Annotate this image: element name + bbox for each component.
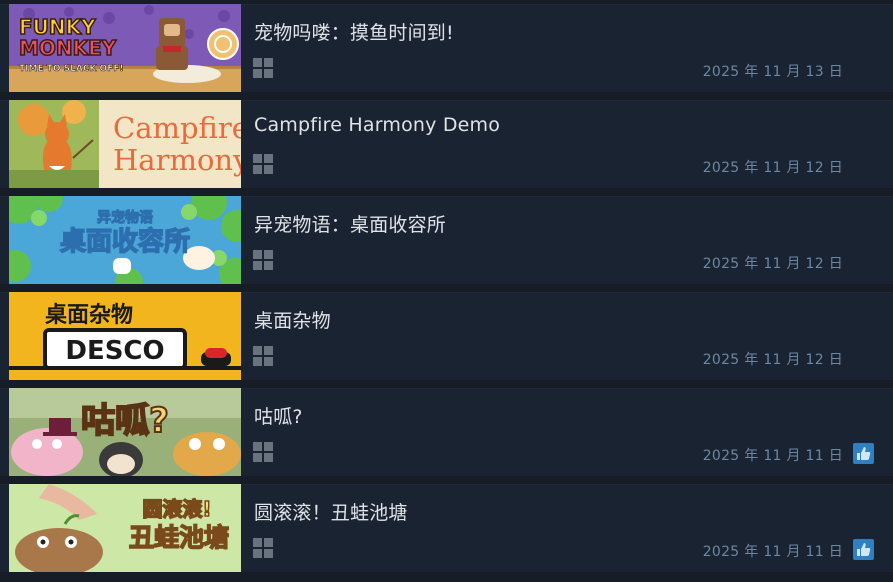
game-title[interactable]: 桌面杂物 (254, 306, 331, 333)
game-capsule-image[interactable]: 圆滚滚! 丑蛙池塘 (9, 484, 241, 572)
capsule-text: Harmony (113, 143, 241, 177)
capsule-text: 异宠物语 (97, 209, 153, 226)
windows-icon (253, 346, 273, 366)
release-date: 2025 年 11 月 12 日 (702, 256, 843, 272)
windows-icon (253, 154, 273, 174)
game-title[interactable]: 宠物吗喽：摸鱼时间到! (254, 18, 454, 45)
release-list: FUNKY MONKEY TIME TO SLACK OFF! 宠物吗喽：摸鱼时… (0, 0, 893, 582)
capsule-text: TIME TO SLACK OFF! (19, 64, 124, 74)
release-date: 2025 年 11 月 11 日 (702, 448, 843, 464)
game-capsule-image[interactable]: FUNKY MONKEY TIME TO SLACK OFF! (9, 4, 241, 92)
capsule-text: Campfire (113, 111, 241, 145)
game-title[interactable]: 圆滚滚！丑蛙池塘 (254, 498, 408, 525)
list-item[interactable]: 异宠物语 桌面收容所 异宠物语：桌面收容所 2025 年 11 月 12 日 (0, 196, 893, 284)
list-item[interactable]: 咕呱? 咕呱? 2025 年 11 月 11 日 (0, 388, 893, 476)
thumbs-up-icon[interactable] (853, 443, 874, 464)
capsule-text: 桌面杂物 (45, 302, 133, 328)
list-item[interactable]: Campfire Harmony Campfire Harmony Demo 2… (0, 100, 893, 188)
game-capsule-image[interactable]: 桌面杂物 DESCO (9, 292, 241, 380)
game-capsule-image[interactable]: 异宠物语 桌面收容所 (9, 196, 241, 284)
game-capsule-image[interactable]: 咕呱? (9, 388, 241, 476)
windows-icon (253, 58, 273, 78)
release-date: 2025 年 11 月 12 日 (702, 160, 843, 176)
game-capsule-image[interactable]: Campfire Harmony (9, 100, 241, 188)
capsule-text: 咕呱? (81, 401, 169, 441)
list-item[interactable]: 圆滚滚! 丑蛙池塘 圆滚滚！丑蛙池塘 2025 年 11 月 11 日 (0, 484, 893, 572)
list-item[interactable]: 桌面杂物 DESCO 桌面杂物 2025 年 11 月 12 日 (0, 292, 893, 380)
game-title[interactable]: Campfire Harmony Demo (254, 114, 500, 136)
game-title[interactable]: 异宠物语：桌面收容所 (254, 210, 446, 237)
windows-icon (253, 250, 273, 270)
list-item[interactable]: FUNKY MONKEY TIME TO SLACK OFF! 宠物吗喽：摸鱼时… (0, 4, 893, 92)
thumbs-up-icon[interactable] (853, 539, 874, 560)
capsule-text: 丑蛙池塘 (129, 523, 229, 552)
capsule-text: MONKEY (19, 36, 117, 60)
capsule-text: 圆滚滚! (142, 497, 211, 521)
game-title[interactable]: 咕呱? (254, 402, 303, 429)
windows-icon (253, 442, 273, 462)
capsule-text: 桌面收容所 (60, 226, 190, 257)
release-date: 2025 年 11 月 11 日 (702, 544, 843, 560)
release-date: 2025 年 11 月 13 日 (702, 64, 843, 80)
windows-icon (253, 538, 273, 558)
capsule-text: DESCO (65, 336, 164, 366)
release-date: 2025 年 11 月 12 日 (702, 352, 843, 368)
